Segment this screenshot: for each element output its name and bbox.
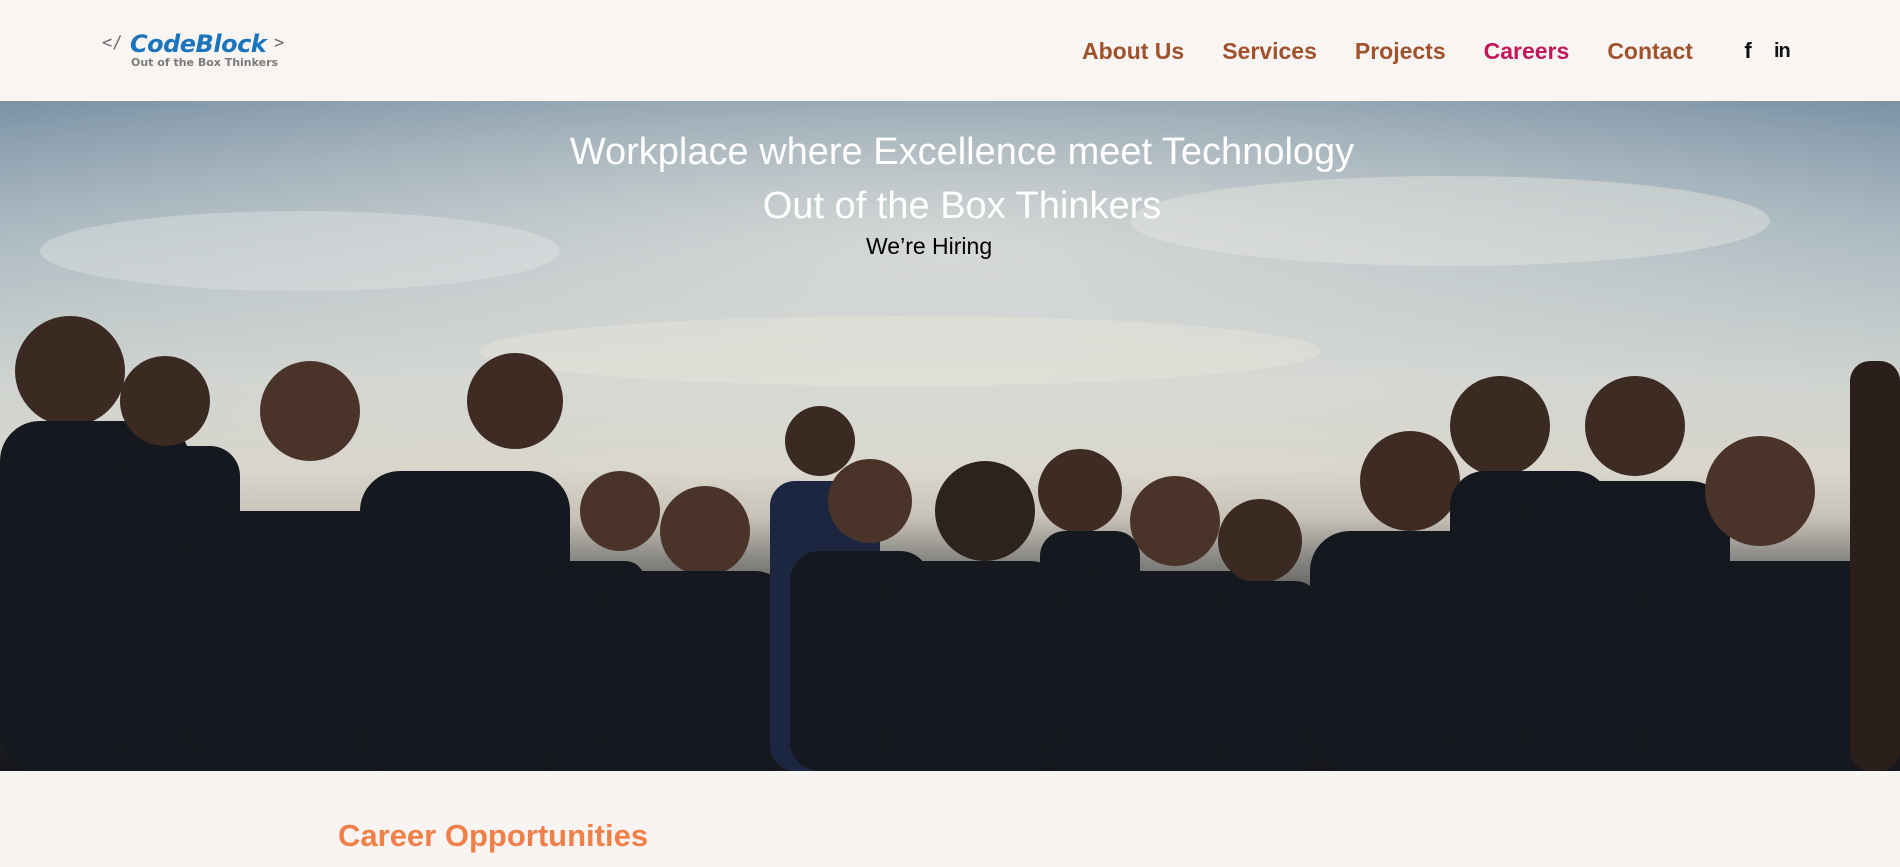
linkedin-icon[interactable]: in bbox=[1774, 40, 1791, 63]
logo-open-bracket: </ bbox=[102, 33, 123, 53]
facebook-icon[interactable]: f bbox=[1740, 38, 1756, 64]
logo-brand-name: CodeBlock bbox=[130, 30, 267, 58]
nav-services[interactable]: Services bbox=[1222, 38, 1317, 65]
main-nav: About Us Services Projects Careers Conta… bbox=[1082, 36, 1731, 66]
social-links: f in bbox=[1740, 38, 1790, 64]
nav-about-us[interactable]: About Us bbox=[1082, 38, 1184, 65]
logo-close-bracket: > bbox=[274, 33, 285, 53]
hero-heading: Workplace where Excellence meet Technolo… bbox=[0, 125, 1900, 233]
hero-title-line-2: Out of the Box Thinkers bbox=[762, 185, 1162, 227]
nav-projects[interactable]: Projects bbox=[1355, 38, 1446, 65]
hero-subtitle: We’re Hiring bbox=[866, 233, 993, 259]
hero-banner: Workplace where Excellence meet Technolo… bbox=[0, 101, 1900, 771]
career-opportunities-heading: Career Opportunities bbox=[338, 818, 649, 853]
cloud bbox=[480, 316, 1320, 386]
logo-tagline: Out of the Box Thinkers bbox=[131, 56, 279, 69]
codeblock-logo[interactable]: </ CodeBlock > Out of the Box Thinkers bbox=[102, 30, 292, 72]
site-header: </ CodeBlock > Out of the Box Thinkers A… bbox=[0, 0, 1900, 101]
hero-title-line-1: Workplace where Excellence meet Technolo… bbox=[569, 131, 1355, 173]
nav-contact[interactable]: Contact bbox=[1607, 38, 1693, 65]
nav-careers[interactable]: Careers bbox=[1484, 38, 1570, 65]
